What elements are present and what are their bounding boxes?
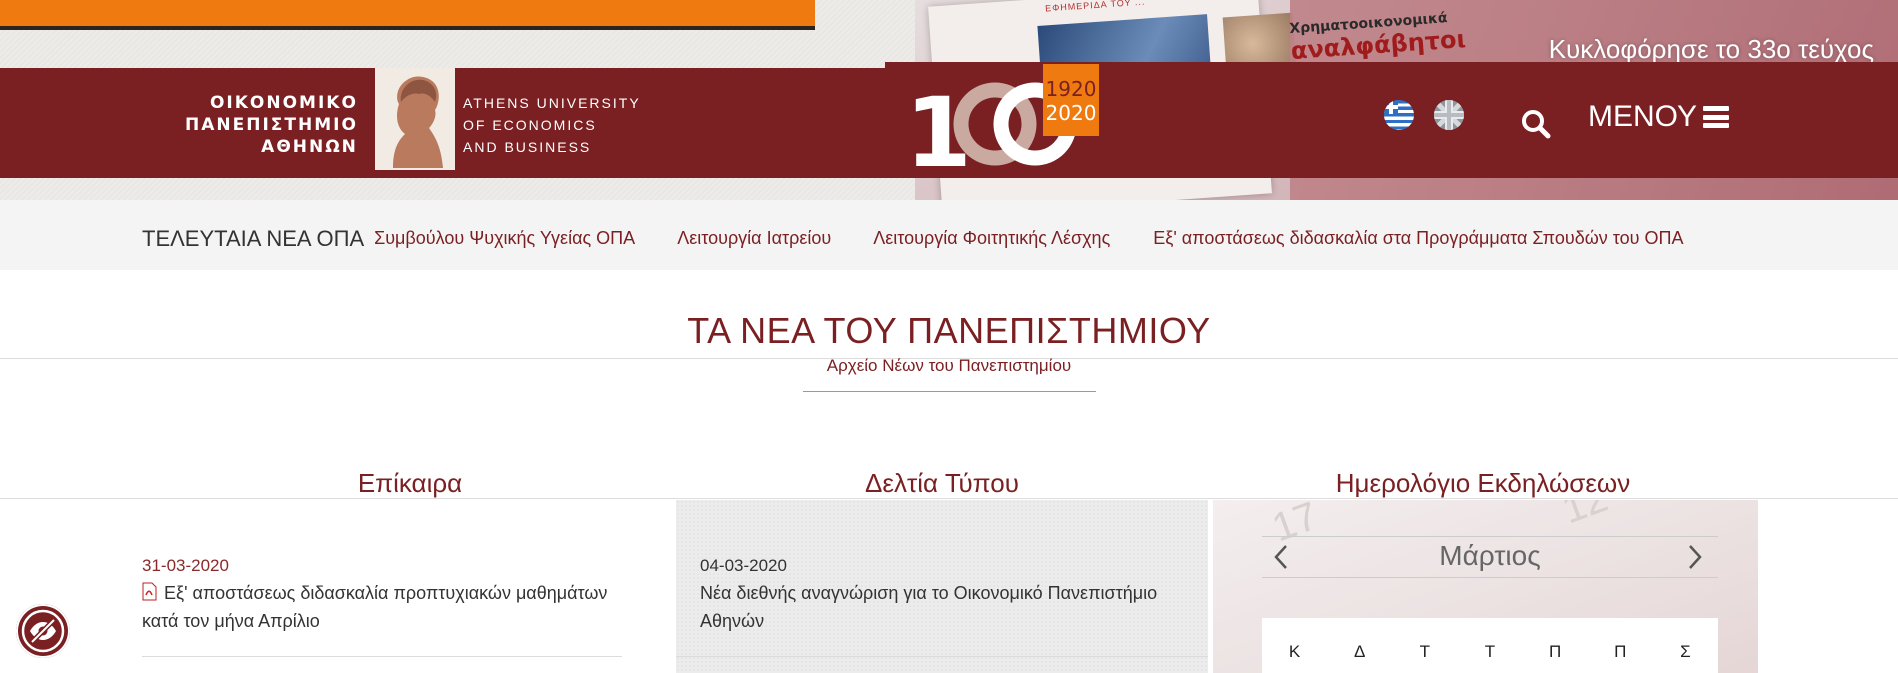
- circulation-text[interactable]: Κυκλοφόρησε το 33ο τεύχος: [1549, 34, 1874, 65]
- logo-greek-text[interactable]: ΟΙΚΟΝΟΜΙΚΟ ΠΑΝΕΠΙΣΤΗΜΙΟ ΑΘΗΝΩΝ: [185, 92, 358, 158]
- ticker-items: ας Συμβούλου Ψυχικής Υγείας ΟΠΑ Λειτουργ…: [350, 228, 1880, 249]
- news-archive-link[interactable]: Αρχείο Νέων του Πανεπιστημίου: [0, 356, 1898, 376]
- section-title: ΤΑ ΝΕΑ ΤΟΥ ΠΑΝΕΠΙΣΤΗΜΙΟΥ: [687, 310, 1211, 351]
- logo-english-line-3: AND BUSINESS: [463, 139, 592, 155]
- weekday-label: Π: [1614, 642, 1627, 661]
- weekday-label: Κ: [1288, 642, 1301, 661]
- weekday-label: Σ: [1680, 642, 1691, 661]
- menu-button[interactable]: ΜΕΝΟΥ: [1588, 100, 1730, 134]
- weekday-label: Π: [1548, 642, 1562, 661]
- press-divider: [676, 656, 1208, 657]
- press-date: 04-03-2020: [700, 556, 787, 575]
- greek-flag-icon[interactable]: [1384, 100, 1414, 130]
- eye-slash-icon: [21, 609, 65, 653]
- centenary-year-top: 1920: [1046, 77, 1097, 101]
- university-logo-icon[interactable]: [375, 68, 455, 170]
- hamburger-icon: [1703, 106, 1730, 128]
- news-title: Εξ' αποστάσεως διδασκαλία προπτυχιακών μ…: [142, 583, 608, 631]
- centenary-logo[interactable]: 1 1920 2020: [905, 64, 1105, 189]
- news-item-link[interactable]: Εξ' αποστάσεως διδασκαλία προπτυχιακών μ…: [142, 579, 632, 635]
- search-icon[interactable]: [1520, 108, 1552, 140]
- calendar-month: Μάρτιος: [1439, 540, 1541, 571]
- logo-english-text[interactable]: ATHENS UNIVERSITY OF ECONOMICS AND BUSIN…: [463, 92, 641, 158]
- ticker-item[interactable]: ας Συμβούλου Ψυχικής Υγείας ΟΠΑ: [350, 228, 635, 248]
- weekday-label: Τ: [1484, 642, 1496, 661]
- archive-underline: [803, 391, 1096, 392]
- centenary-year-bottom: 2020: [1046, 101, 1097, 125]
- ticker-title: ΤΕΛΕΥΤΑΙΑ ΝΕΑ ΟΠΑ: [142, 226, 371, 252]
- news-divider: [142, 656, 622, 657]
- logo-greek-line-3: ΑΘΗΝΩΝ: [261, 137, 358, 157]
- calendar-next-icon[interactable]: [1682, 542, 1708, 572]
- calendar-deco: 12: [1556, 500, 1614, 533]
- calendar-weekdays: Κ Δ Τ Τ Π Π Σ: [1262, 642, 1718, 662]
- logo-greek-line-1: ΟΙΚΟΝΟΜΙΚΟ: [209, 93, 358, 113]
- logo-english-line-1: ATHENS UNIVERSITY: [463, 95, 641, 111]
- menu-label: ΜΕΝΟΥ: [1588, 100, 1698, 133]
- events-calendar-heading[interactable]: Ημερολόγιο Εκδηλώσεων: [1213, 468, 1753, 499]
- weekday-label: Τ: [1419, 642, 1431, 661]
- weekday-label: Δ: [1354, 642, 1366, 661]
- news-date: 31-03-2020: [142, 556, 229, 575]
- calendar-prev-icon[interactable]: [1268, 542, 1294, 572]
- ticker-item[interactable]: Εξ' αποστάσεως διδασκαλία στα Προγράμματ…: [1153, 228, 1683, 248]
- ticker-item[interactable]: Λειτουργία Φοιτητικής Λέσχης: [873, 228, 1110, 248]
- pdf-icon: [142, 581, 157, 601]
- logo-english-line-2: OF ECONOMICS: [463, 117, 597, 133]
- accessibility-button[interactable]: [16, 604, 70, 658]
- press-item-link[interactable]: Νέα διεθνής αναγνώριση για το Οικονομικό…: [700, 579, 1200, 635]
- orange-promo-strip: [0, 0, 815, 30]
- press-releases-heading[interactable]: Δελτία Τύπου: [676, 468, 1208, 499]
- current-news-heading[interactable]: Επίκαιρα: [142, 468, 678, 499]
- ticker-item[interactable]: Λειτουργία Ιατρείου: [677, 228, 831, 248]
- uk-flag-icon[interactable]: [1434, 100, 1464, 130]
- logo-greek-line-2: ΠΑΝΕΠΙΣΤΗΜΙΟ: [185, 115, 358, 135]
